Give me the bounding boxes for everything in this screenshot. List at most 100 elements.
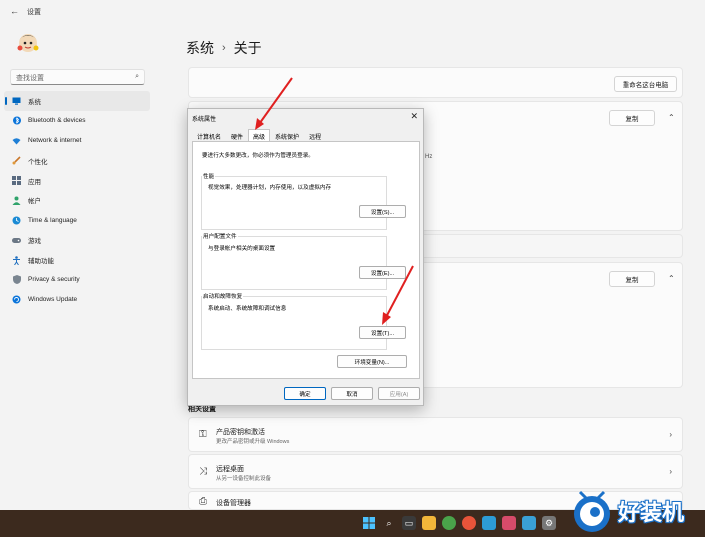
sidebar-item-label: 游戏 [28,238,41,246]
search-placeholder: 查找设置 [16,75,44,82]
search-input[interactable]: 查找设置 ⌕ [10,69,145,85]
startup-recovery-label: 启动和故障恢复 [202,292,244,300]
bluetooth-icon [12,116,21,125]
copy-button[interactable]: 复制 [609,271,655,287]
app-icon[interactable] [502,516,516,530]
sidebar-item-bluetooth[interactable]: Bluetooth & devices [4,111,150,131]
related-item-title: 设备管理器 [216,500,251,507]
sidebar-item-gaming[interactable]: 游戏 [4,230,150,250]
startup-recovery-settings-button[interactable]: 设置(T)... [359,326,406,339]
settings-icon[interactable]: ⚙ [542,516,556,530]
performance-settings-button[interactable]: 设置(S)... [359,205,406,218]
apps-icon [12,176,21,185]
sidebar-item-label: 个性化 [28,158,48,166]
shield-icon [12,275,21,285]
taskbar-icons: ⌕ ▭ ⚙ [362,516,556,530]
system-properties-dialog: 系统属性 ✕ 计算机名 硬件 高级 系统保护 远程 要进行大多数更改，你必须作为… [187,108,424,406]
clock-globe-icon [12,216,21,225]
user-profiles-settings-button[interactable]: 设置(E)... [359,266,406,279]
related-item-title: 产品密钥和激活 [216,429,265,436]
browser-icon[interactable] [462,516,476,530]
chevron-up-icon[interactable]: ⌃ [668,113,675,122]
copy-button[interactable]: 复制 [609,110,655,126]
related-item-product-key[interactable]: ⚿ 产品密钥和激活 更改产品密钥或升级 Windows › [188,417,683,452]
sidebar-item-network[interactable]: Network & internet [4,131,150,151]
dialog-title: 系统属性 [192,117,217,123]
chrome-icon[interactable] [442,516,456,530]
printer-icon: ⎙ [199,496,207,507]
file-explorer-icon[interactable] [422,516,436,530]
app-icon[interactable] [482,516,496,530]
gamepad-icon [12,236,21,245]
user-profiles-desc: 与登录帐户相关的桌面设置 [208,246,276,252]
cancel-button[interactable]: 取消 [331,387,373,400]
app-icon[interactable] [522,516,536,530]
sidebar-item-label: Network & internet [28,137,82,145]
task-view-icon[interactable]: ▭ [402,516,416,530]
accessibility-icon [12,255,21,265]
wifi-icon [12,136,21,145]
performance-desc: 视觉效果，处理器计划，内存使用，以及虚拟内存 [208,185,332,191]
sidebar-item-label: 应用 [28,178,41,186]
sidebar-item-time-language[interactable]: Time & language [4,210,150,230]
startup-recovery-desc: 系统启动、系统故障和调试信息 [208,306,287,312]
device-name-card: 重命名这台电脑 [188,67,683,98]
sidebar-item-accounts[interactable]: 帐户 [4,190,150,210]
sidebar-item-privacy[interactable]: Privacy & security [4,270,150,290]
person-icon [12,196,21,205]
environment-variables-button[interactable]: 环境变量(N)... [337,355,407,368]
update-icon [12,295,21,304]
advanced-tab-panel: 要进行大多数更改，你必须作为管理员登录。 性能 视觉效果，处理器计划，内存使用，… [192,141,420,379]
breadcrumb-separator: › [222,42,226,54]
app-title: 设置 [27,9,41,16]
tab-remote[interactable]: 远程 [304,129,326,141]
tab-hardware[interactable]: 硬件 [226,129,248,141]
back-arrow-icon[interactable]: ← [10,6,19,16]
admin-note: 要进行大多数更改，你必须作为管理员登录。 [202,153,314,159]
brush-icon [12,156,21,165]
sidebar-item-label: 帐户 [28,198,41,206]
page-title: 关于 [233,40,262,56]
processor-speed-partial: Hz [425,154,433,160]
windows-start-icon[interactable] [362,516,376,530]
sidebar-item-label: 系统 [28,98,41,106]
sidebar-item-system[interactable]: 系统 [4,91,150,111]
avatar[interactable] [16,30,40,56]
related-item-desc: 更改产品密钥或升级 Windows [216,439,290,445]
related-item-remote-desktop[interactable]: ⤨ 远程桌面 从另一设备控制此设备 › [188,454,683,489]
key-icon: ⚿ [199,429,207,440]
tab-computer-name[interactable]: 计算机名 [192,129,226,141]
sidebar-item-windows-update[interactable]: Windows Update [4,290,150,310]
title-bar: ← 设置 [0,0,705,22]
apply-button[interactable]: 应用(A) [378,387,420,400]
rename-pc-button[interactable]: 重命名这台电脑 [614,76,677,92]
remote-desktop-icon: ⤨ [199,466,207,477]
watermark-text: 好装机 [618,501,685,526]
related-item-desc: 从另一设备控制此设备 [216,476,272,482]
search-icon[interactable]: ⌕ [382,516,396,530]
performance-label: 性能 [202,172,216,180]
sidebar-item-label: Time & language [28,216,77,224]
watermark: 好装机 [566,486,705,534]
ok-button[interactable]: 确定 [284,387,326,400]
related-item-title: 远程桌面 [216,466,244,473]
sidebar-item-label: Privacy & security [28,276,80,284]
close-icon[interactable]: ✕ [410,111,418,122]
sidebar-item-apps[interactable]: 应用 [4,171,150,191]
sidebar-item-label: Windows Update [28,296,78,304]
tab-system-protection[interactable]: 系统保护 [270,129,304,141]
breadcrumb: 系统 › 关于 [186,38,262,58]
chevron-right-icon: › [669,467,672,476]
chevron-right-icon: › [669,430,672,439]
chevron-up-icon[interactable]: ⌃ [668,274,675,283]
sidebar-nav: 系统 Bluetooth & devices Network & interne… [4,91,150,310]
breadcrumb-parent[interactable]: 系统 [186,38,214,58]
sidebar-item-accessibility[interactable]: 辅助功能 [4,250,150,270]
watermark-logo [574,490,610,532]
sidebar-item-label: 辅助功能 [28,258,54,266]
user-profiles-label: 用户配置文件 [202,232,238,240]
sidebar-item-personalization[interactable]: 个性化 [4,151,150,171]
sidebar-item-label: Bluetooth & devices [28,117,86,125]
search-icon: ⌕ [135,73,139,80]
monitor-icon [12,96,21,105]
